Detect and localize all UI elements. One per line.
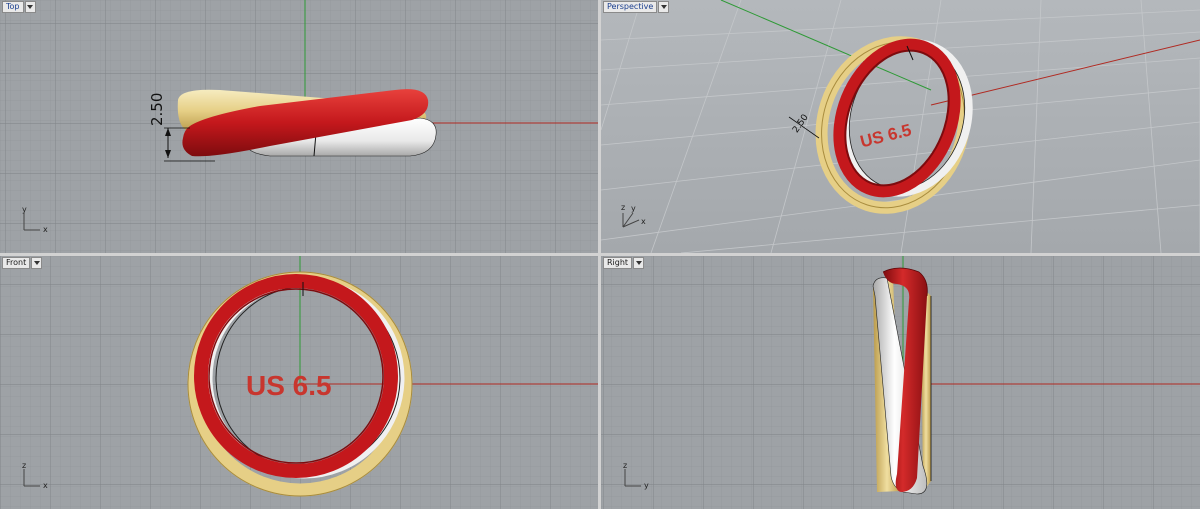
chevron-down-icon[interactable] — [633, 257, 645, 269]
viewport-tab-front[interactable]: Front — [2, 257, 43, 269]
size-label: US 6.5 — [246, 370, 332, 401]
viewport-title-top: Top — [2, 1, 24, 13]
svg-text:y: y — [644, 481, 649, 490]
svg-text:z: z — [623, 461, 627, 470]
right-viewport-scene: z y — [601, 256, 1200, 509]
viewport-tab-right[interactable]: Right — [603, 257, 645, 269]
viewport-tab-perspective[interactable]: Perspective — [603, 1, 670, 13]
svg-text:x: x — [43, 225, 48, 234]
svg-text:x: x — [43, 481, 48, 490]
perspective-viewport[interactable]: Perspective US 6.5 2.50 z y x — [601, 0, 1200, 253]
svg-text:y: y — [631, 204, 636, 213]
viewport-grid: Top 2.50 y x Perspective US 6.5 2.50 z y… — [0, 0, 1200, 509]
svg-text:y: y — [22, 205, 27, 214]
perspective-viewport-scene: US 6.5 2.50 z y x — [601, 0, 1200, 253]
dimension-text: 2.50 — [148, 93, 166, 126]
right-viewport[interactable]: Right z y — [601, 256, 1200, 509]
viewport-tab-top[interactable]: Top — [2, 1, 36, 13]
svg-text:z: z — [22, 461, 26, 470]
chevron-down-icon[interactable] — [658, 1, 670, 13]
chevron-down-icon[interactable] — [24, 1, 36, 13]
viewport-title-perspective: Perspective — [603, 1, 658, 13]
top-viewport[interactable]: Top 2.50 y x — [0, 0, 598, 253]
viewport-title-front: Front — [2, 257, 31, 269]
front-viewport-scene: US 6.5 z x — [0, 256, 598, 509]
svg-text:z: z — [621, 203, 625, 212]
viewport-title-right: Right — [603, 257, 633, 269]
front-viewport[interactable]: Front US 6.5 z x — [0, 256, 598, 509]
chevron-down-icon[interactable] — [31, 257, 43, 269]
svg-text:x: x — [641, 217, 646, 226]
top-viewport-scene: 2.50 y x — [0, 0, 598, 253]
